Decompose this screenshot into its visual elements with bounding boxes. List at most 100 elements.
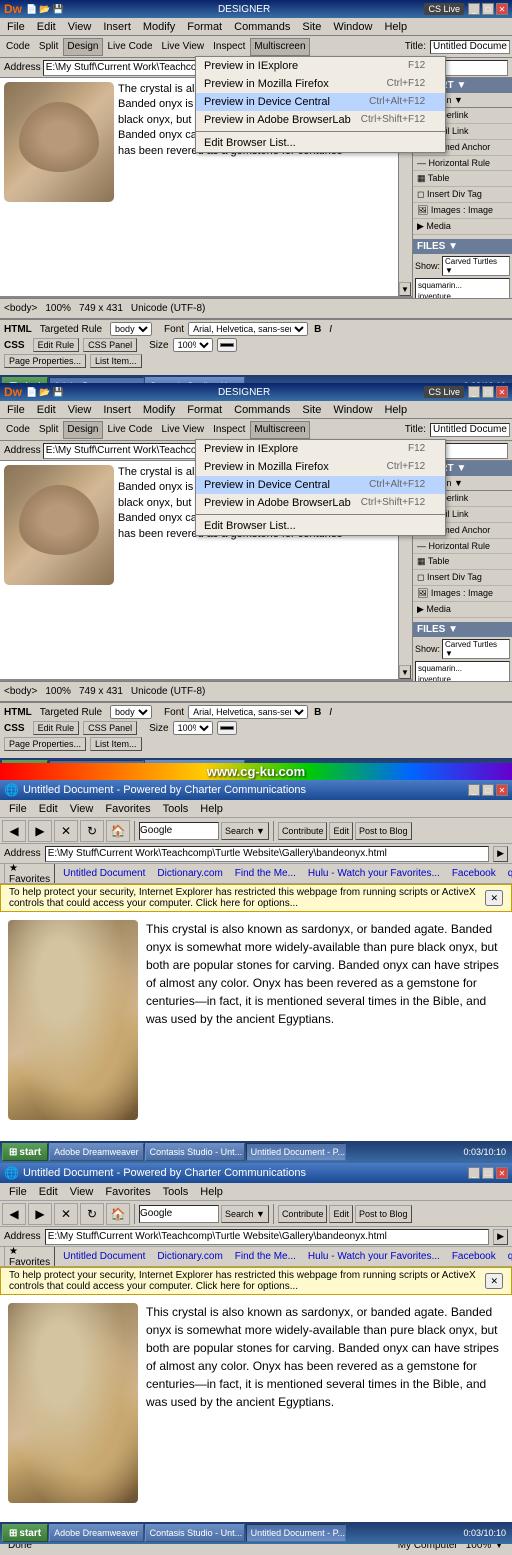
dw-icon-save[interactable]: 💾 [52, 4, 63, 15]
ie-edit-btn[interactable]: Edit [329, 822, 353, 840]
fav-dictionary[interactable]: Dictionary.com [153, 867, 226, 880]
security-close-mid[interactable]: ✕ [485, 1273, 503, 1289]
maximize-button[interactable]: □ [482, 3, 494, 15]
file-item-mid[interactable]: inventure... [417, 674, 508, 681]
fav-btn-mid[interactable]: ★ Favorites [4, 1247, 55, 1267]
menu-modify-mid[interactable]: Modify [138, 403, 180, 417]
menu-help-mid[interactable]: Help [379, 403, 412, 417]
fav-queen[interactable]: queenlatiff's You... [504, 867, 512, 880]
preview-firefox-mid[interactable]: Preview in Mozilla Firefox Ctrl+F12 [196, 458, 445, 476]
preview-iexplore-mid[interactable]: Preview in IExplore F12 [196, 440, 445, 458]
ie-contribute-btn[interactable]: Contribute [278, 822, 328, 840]
ie-menu-help-mid[interactable]: Help [195, 1185, 228, 1199]
fav-facebook[interactable]: Facebook [448, 867, 500, 880]
ie-forward-btn-mid[interactable]: ▶ [28, 1203, 52, 1225]
edit-rule-btn-mid[interactable]: Edit Rule [33, 721, 80, 735]
font-select-mid[interactable]: Arial, Helvetica, sans-serif [188, 705, 308, 719]
ie-menu-view[interactable]: View [65, 802, 99, 816]
ie-search-btn[interactable]: Search ▼ [221, 822, 269, 840]
ie-close-top[interactable]: ✕ [496, 784, 508, 796]
preview-iexplore[interactable]: Preview in IExplore F12 [196, 57, 445, 75]
panel-image-mid[interactable]: 🖼 Images : Image [413, 586, 512, 602]
dw-icon-new[interactable]: 📄 [26, 4, 37, 15]
taskbar-contasis-3[interactable]: Contasis Studio - Unt... [145, 1143, 245, 1161]
css-panel-btn-mid[interactable]: CSS Panel [83, 721, 137, 735]
ie-address-input[interactable] [45, 846, 489, 862]
ie-menu-favorites-mid[interactable]: Favorites [100, 1185, 155, 1199]
ie-go-btn[interactable]: ▶ [493, 846, 508, 862]
color-picker-mid[interactable] [217, 721, 237, 735]
fav-hulu[interactable]: Hulu - Watch your Favorites... [304, 867, 444, 880]
panel-hrule-mid[interactable]: — Horizontal Rule [413, 539, 512, 554]
ie-address-input-mid[interactable] [45, 1229, 489, 1245]
targeted-rule-select-mid[interactable]: body [110, 705, 152, 719]
ie-edit-btn-mid[interactable]: Edit [329, 1205, 353, 1223]
btn-live-view[interactable]: Live View [158, 38, 209, 56]
panel-div[interactable]: ◻ Insert Div Tag [413, 187, 512, 203]
ie-refresh-btn-mid[interactable]: ↻ [80, 1203, 104, 1225]
italic-btn[interactable]: I [329, 324, 332, 335]
panel-media[interactable]: ▶ Media [413, 219, 512, 235]
ie-home-btn[interactable]: 🏠 [106, 820, 130, 842]
minimize-button-mid[interactable]: _ [468, 386, 480, 398]
security-close-top[interactable]: ✕ [485, 890, 503, 906]
list-item-btn[interactable]: List Item... [90, 354, 142, 368]
btn-split-mid[interactable]: Split [35, 421, 62, 439]
panel-table[interactable]: ▦ Table [413, 171, 512, 187]
menu-file[interactable]: File [2, 20, 30, 34]
dw-icon-new-mid[interactable]: 📄 [26, 387, 37, 398]
start-button-4[interactable]: ⊞ start [2, 1524, 48, 1542]
btn-multiscreen-mid[interactable]: Multiscreen [250, 421, 309, 439]
ie-contribute-btn-mid[interactable]: Contribute [278, 1205, 328, 1223]
font-select[interactable]: Arial, Helvetica, sans-serif [188, 322, 308, 336]
preview-browserlab[interactable]: Preview in Adobe BrowserLab Ctrl+Shift+F… [196, 111, 445, 129]
fav-facebook-mid[interactable]: Facebook [448, 1250, 500, 1263]
panel-div-mid[interactable]: ◻ Insert Div Tag [413, 570, 512, 586]
edit-rule-btn[interactable]: Edit Rule [33, 338, 80, 352]
file-item[interactable]: squamarin... [417, 280, 508, 291]
ie-menu-tools[interactable]: Tools [158, 802, 194, 816]
ie-minimize-top[interactable]: _ [468, 784, 480, 796]
menu-edit-mid[interactable]: Edit [32, 403, 61, 417]
ie-go-btn-mid[interactable]: ▶ [493, 1229, 508, 1245]
menu-window[interactable]: Window [328, 20, 377, 34]
menu-format-mid[interactable]: Format [182, 403, 227, 417]
ie-menu-edit-mid[interactable]: Edit [34, 1185, 63, 1199]
bold-btn-mid[interactable]: B [314, 707, 321, 718]
menu-modify[interactable]: Modify [138, 20, 180, 34]
ie-search-box[interactable] [139, 822, 219, 840]
btn-code-mid[interactable]: Code [2, 421, 34, 439]
show-select[interactable]: Carved Turtles ▼ [442, 256, 510, 276]
menu-insert[interactable]: Insert [98, 20, 136, 34]
ie-stop-btn-mid[interactable]: ✕ [54, 1203, 78, 1225]
btn-inspect[interactable]: Inspect [209, 38, 249, 56]
css-panel-btn[interactable]: CSS Panel [83, 338, 137, 352]
panel-media-mid[interactable]: ▶ Media [413, 602, 512, 618]
menu-commands-mid[interactable]: Commands [229, 403, 295, 417]
panel-hrule[interactable]: — Horizontal Rule [413, 156, 512, 171]
ie-menu-file[interactable]: File [4, 802, 32, 816]
taskbar-dw-3[interactable]: Adobe Dreamweaver [49, 1143, 144, 1161]
color-picker[interactable] [217, 338, 237, 352]
taskbar-untitled-4[interactable]: Untitled Document - P... [246, 1524, 346, 1542]
ie-back-btn[interactable]: ◀ [2, 820, 26, 842]
dw-icon-save-mid[interactable]: 💾 [52, 387, 63, 398]
start-button-3[interactable]: ⊞ start [2, 1143, 48, 1161]
btn-design[interactable]: Design [63, 38, 102, 56]
ie-post-btn-mid[interactable]: Post to Blog [355, 1205, 412, 1223]
page-title-input[interactable] [430, 40, 510, 54]
menu-help[interactable]: Help [379, 20, 412, 34]
file-item-mid[interactable]: squamarin... [417, 663, 508, 674]
ie-maximize-mid[interactable]: □ [482, 1167, 494, 1179]
edit-browser-list-mid[interactable]: Edit Browser List... [196, 517, 445, 535]
size-select[interactable]: 100% [173, 338, 213, 352]
italic-btn-mid[interactable]: I [329, 707, 332, 718]
preview-device-central[interactable]: Preview in Device Central Ctrl+Alt+F12 [196, 93, 445, 111]
menu-file-mid[interactable]: File [2, 403, 30, 417]
fav-hulu-mid[interactable]: Hulu - Watch your Favorites... [304, 1250, 444, 1263]
taskbar-dw-4[interactable]: Adobe Dreamweaver [49, 1524, 144, 1542]
btn-live-view-mid[interactable]: Live View [158, 421, 209, 439]
ie-search-btn-mid[interactable]: Search ▼ [221, 1205, 269, 1223]
fav-untitled[interactable]: Untitled Document [59, 867, 149, 880]
close-button[interactable]: ✕ [496, 3, 508, 15]
